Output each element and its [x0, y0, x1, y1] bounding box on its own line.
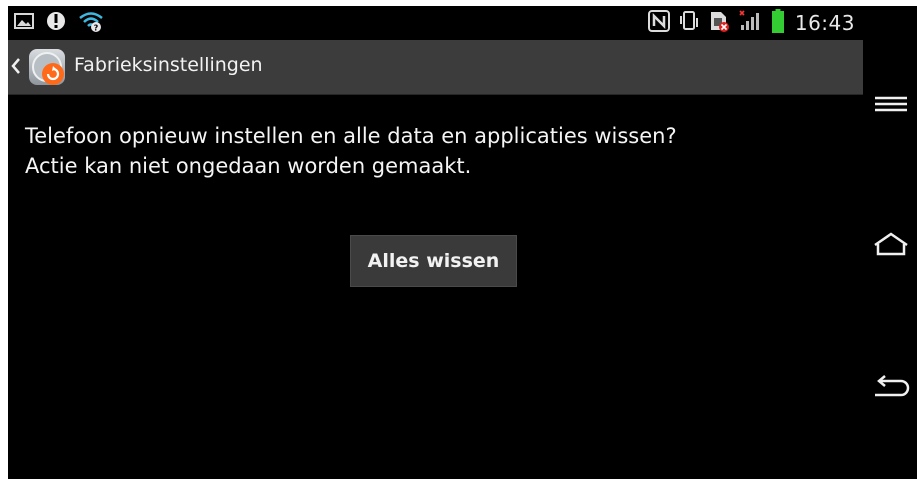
phone-screen: ? 16:43 Fabrieksinstellingen Telefoon op… — [8, 6, 917, 479]
confirmation-message: Telefoon opnieuw instellen en alle data … — [25, 121, 855, 181]
factory-reset-content: Telefoon opnieuw instellen en alle data … — [8, 95, 863, 479]
nfc-icon — [647, 10, 670, 36]
message-line-2: Actie kan niet ongedaan worden gemaakt. — [25, 154, 472, 178]
message-line-1: Telefoon opnieuw instellen en alle data … — [25, 124, 677, 148]
factory-reset-app-icon — [29, 49, 65, 85]
back-icon[interactable] — [871, 373, 911, 403]
status-bar: ? 16:43 — [8, 6, 863, 40]
erase-everything-button[interactable]: Alles wissen — [350, 235, 517, 287]
vibrate-icon — [679, 10, 699, 36]
home-icon[interactable] — [871, 230, 911, 260]
wifi-question-icon: ? — [78, 10, 104, 36]
image-notification-icon — [14, 12, 34, 34]
up-navigation[interactable] — [8, 40, 72, 94]
status-bar-time: 16:43 — [794, 11, 855, 35]
status-bar-notifications: ? — [14, 10, 104, 36]
menu-icon[interactable] — [871, 90, 911, 120]
battery-icon — [771, 9, 784, 37]
chevron-left-icon — [11, 58, 20, 74]
signal-icon — [739, 10, 763, 36]
navigation-bar — [863, 6, 917, 479]
alert-notification-icon — [46, 10, 66, 36]
status-bar-system: 16:43 — [647, 9, 855, 37]
no-sim-icon — [708, 10, 730, 36]
action-bar: Fabrieksinstellingen — [8, 40, 863, 95]
svg-text:?: ? — [94, 24, 99, 33]
page-title: Fabrieksinstellingen — [74, 54, 263, 76]
